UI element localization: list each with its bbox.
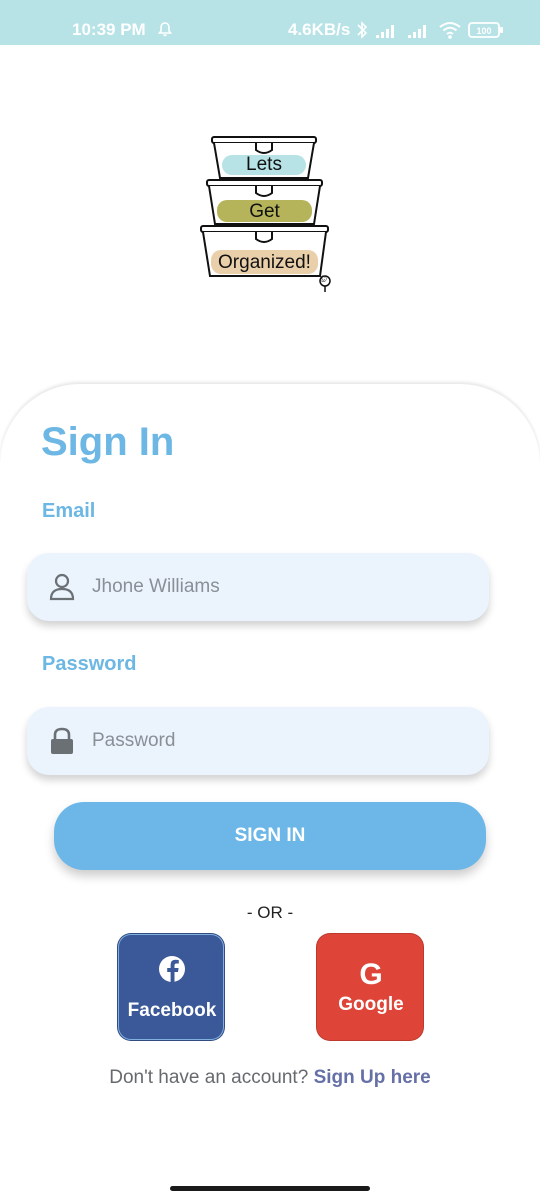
signal-icon: [408, 25, 426, 38]
notification-bell-icon: [158, 22, 172, 37]
password-input-container: [27, 707, 489, 775]
signup-link[interactable]: Sign Up here: [314, 1067, 431, 1088]
google-label: Google: [338, 994, 404, 1015]
network-speed: 4.6KB/s: [288, 20, 351, 39]
logo-text-organized: Organized!: [218, 252, 311, 273]
logo-text-lets: Lets: [246, 154, 282, 175]
google-icon: G: [359, 958, 383, 991]
battery-icon: 100: [468, 22, 503, 38]
status-bar: 10:39 PM 4.6KB/s 100: [0, 0, 540, 45]
lock-icon: [51, 727, 73, 754]
email-input[interactable]: [92, 553, 472, 621]
facebook-label: Facebook: [127, 1000, 217, 1021]
page-title: Sign In: [41, 420, 175, 464]
bluetooth-icon: [357, 21, 368, 39]
signup-prompt-text: Don't have an account?: [109, 1067, 309, 1088]
google-login-button[interactable]: G Google: [316, 933, 424, 1041]
status-time: 10:39 PM: [72, 20, 146, 39]
signal-icon: [376, 25, 394, 38]
password-label: Password: [42, 653, 137, 675]
app-logo: Lets Get Organized! ©: [196, 132, 336, 294]
logo-copyright-mark: ©: [320, 274, 327, 284]
home-indicator[interactable]: [170, 1186, 370, 1191]
email-input-container: [27, 553, 489, 621]
or-divider: - OR -: [246, 903, 294, 922]
signin-button[interactable]: SIGN IN: [54, 802, 486, 870]
wifi-icon: [439, 22, 461, 39]
facebook-icon: [159, 956, 185, 983]
password-input[interactable]: [92, 707, 472, 775]
battery-level: 100: [476, 26, 491, 36]
email-label: Email: [42, 500, 96, 522]
signup-prompt: Don't have an account? Sign Up here: [0, 1067, 540, 1089]
facebook-login-button[interactable]: Facebook: [117, 933, 225, 1041]
user-icon: [49, 573, 75, 601]
logo-text-get: Get: [249, 201, 280, 222]
